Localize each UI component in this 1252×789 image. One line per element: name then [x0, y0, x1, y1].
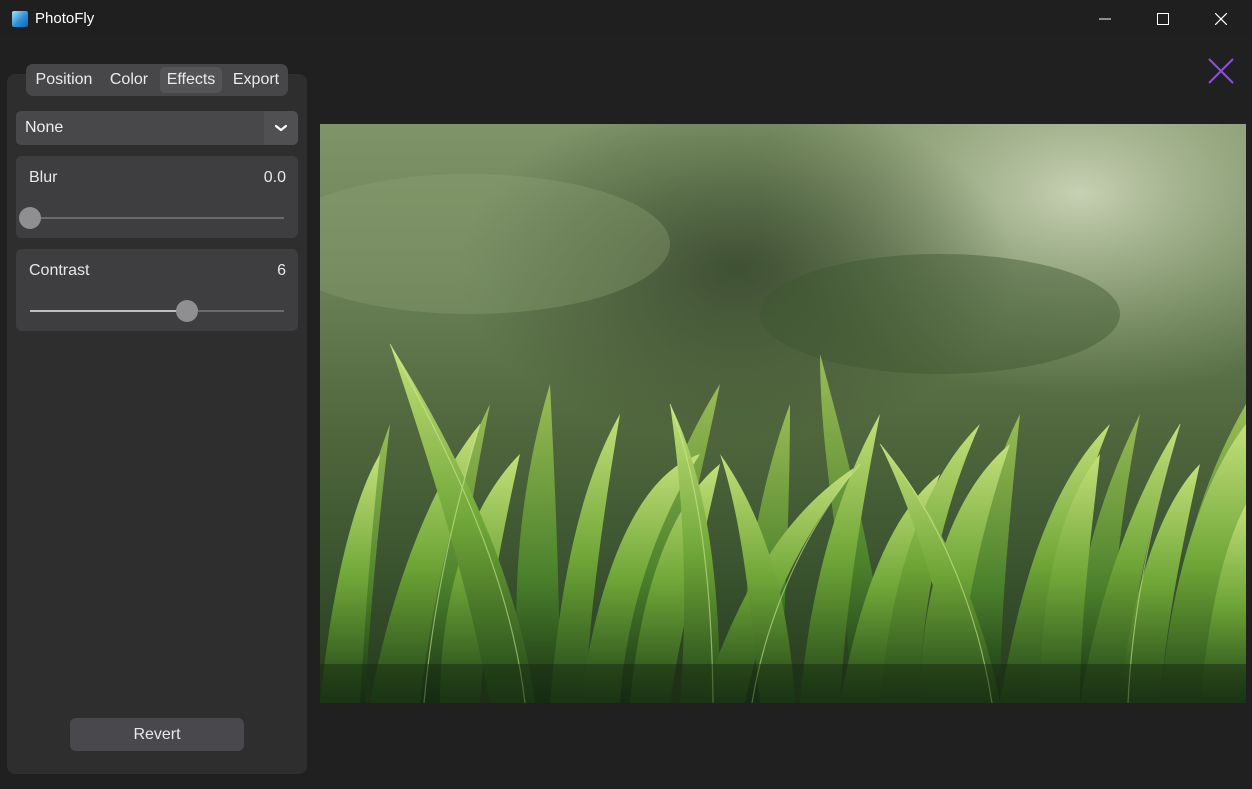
minimize-icon — [1099, 18, 1111, 20]
blur-card: Blur 0.0 — [16, 156, 298, 238]
close-window-button[interactable] — [1192, 0, 1250, 38]
photo-preview — [320, 124, 1246, 703]
tab-bar: Position Color Effects Export — [26, 64, 288, 96]
app-icon — [12, 11, 28, 27]
contrast-slider-thumb[interactable] — [176, 300, 199, 322]
dropdown-toggle[interactable] — [264, 111, 298, 145]
tab-effects[interactable]: Effects — [160, 67, 222, 93]
window-title: PhotoFly — [35, 10, 95, 27]
tab-color[interactable]: Color — [104, 67, 154, 93]
tab-position[interactable]: Position — [30, 67, 98, 93]
contrast-label: Contrast — [29, 262, 90, 279]
revert-button[interactable]: Revert — [70, 718, 244, 751]
close-editor-button[interactable] — [1206, 56, 1236, 86]
grass-photo — [320, 124, 1246, 703]
contrast-value: 6 — [277, 262, 286, 279]
contrast-slider[interactable] — [30, 300, 284, 322]
blur-label: Blur — [29, 169, 58, 186]
effect-select-value: None — [25, 119, 64, 136]
chevron-down-icon — [275, 124, 287, 132]
title-bar: PhotoFly — [0, 0, 1252, 38]
contrast-slider-fill — [30, 310, 188, 312]
close-icon — [1208, 58, 1234, 84]
blur-value: 0.0 — [263, 169, 286, 186]
contrast-card: Contrast 6 — [16, 249, 298, 331]
minimize-button[interactable] — [1076, 0, 1134, 38]
effect-select[interactable]: None — [16, 111, 298, 145]
maximize-icon — [1157, 13, 1169, 25]
tab-export[interactable]: Export — [228, 67, 284, 93]
blur-slider[interactable] — [19, 207, 284, 229]
blur-slider-thumb[interactable] — [19, 207, 41, 229]
close-icon — [1215, 13, 1227, 25]
maximize-button[interactable] — [1134, 0, 1192, 38]
